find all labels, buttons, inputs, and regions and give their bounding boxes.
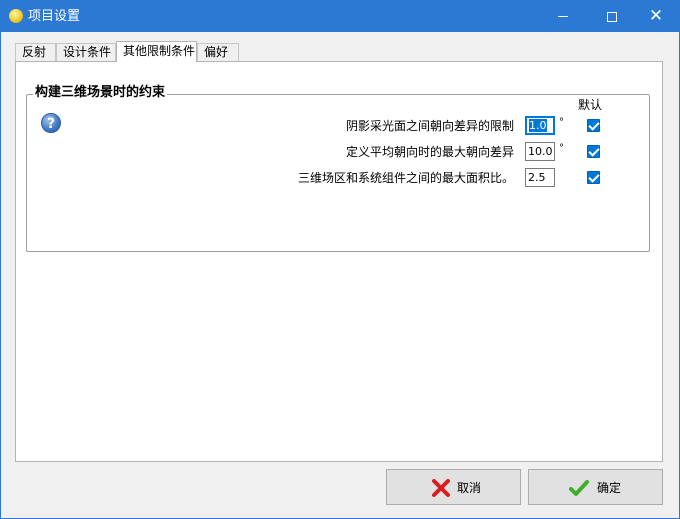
degree-unit: °: [559, 117, 564, 128]
minimize-button[interactable]: [540, 1, 586, 32]
max-orientation-difference-input[interactable]: 10.0: [525, 142, 555, 161]
cancel-button[interactable]: 取消: [386, 469, 521, 505]
window-title: 项目设置: [28, 9, 81, 24]
green-check-icon: [569, 480, 589, 496]
tab-reflection[interactable]: 反射: [15, 43, 56, 61]
ok-label: 确定: [597, 481, 622, 495]
tab-other-constraints[interactable]: 其他限制条件: [116, 41, 197, 62]
red-x-icon: [432, 479, 450, 497]
default-column-header: 默认: [578, 98, 603, 112]
maximize-button[interactable]: [589, 1, 635, 32]
shadow-orientation-limit-input[interactable]: 1.0: [525, 116, 555, 135]
max-area-ratio-input[interactable]: 2.5: [525, 168, 555, 187]
minimize-icon: [558, 16, 568, 17]
app-logo-icon: [9, 9, 23, 23]
tab-design-conditions[interactable]: 设计条件: [56, 43, 116, 61]
max-orientation-default-checkbox[interactable]: [587, 145, 600, 158]
max-area-ratio-default-checkbox[interactable]: [587, 171, 600, 184]
row-label-max-orientation-difference: 定义平均朝向时的最大朝向差异: [345, 145, 514, 159]
degree-unit: °: [559, 143, 564, 154]
tab-panel-other-constraints: 构建三维场景时的约束 ? 默认 阴影采光面之间朝向差异的限制 1.0 ° 定义平…: [15, 61, 663, 462]
cancel-label: 取消: [457, 481, 482, 495]
maximize-icon: [607, 11, 617, 22]
close-button[interactable]: ✕: [633, 1, 679, 32]
row-label-max-area-ratio: 三维场区和系统组件之间的最大面积比。: [297, 171, 514, 185]
group-title: 构建三维场景时的约束: [33, 85, 168, 101]
project-settings-window: 项目设置 ✕ 反射 设计条件 其他限制条件 偏好 构建三维场景时的约束 ? 默认…: [0, 0, 680, 519]
close-icon: ✕: [648, 6, 664, 26]
tab-preferences[interactable]: 偏好: [197, 43, 239, 61]
shadow-orientation-default-checkbox[interactable]: [587, 119, 600, 132]
row-label-shadow-orientation-limit: 阴影采光面之间朝向差异的限制: [345, 119, 514, 133]
constraints-groupbox: 构建三维场景时的约束 ? 默认 阴影采光面之间朝向差异的限制 1.0 ° 定义平…: [26, 85, 650, 252]
ok-button[interactable]: 确定: [528, 469, 663, 505]
question-circle-icon[interactable]: ?: [41, 113, 61, 133]
title-bar[interactable]: 项目设置 ✕: [1, 1, 679, 32]
